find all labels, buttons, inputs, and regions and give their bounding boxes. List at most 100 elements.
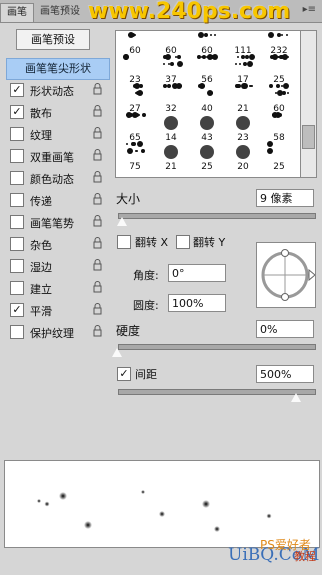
brush-option-row[interactable]: 杂色 [6, 234, 108, 254]
brush-grid-scroll-thumb[interactable] [302, 125, 315, 149]
lock-icon[interactable] [93, 127, 102, 139]
brush-tip-thumbnail-icon [128, 32, 136, 38]
lock-icon[interactable] [93, 149, 102, 161]
brush-option-row[interactable]: 颜色动态 [6, 168, 108, 188]
brush-presets-button[interactable]: 画笔预设 [16, 29, 90, 50]
hardness-slider-track[interactable] [118, 344, 316, 350]
option-checkbox[interactable] [10, 281, 24, 295]
option-label: 传递 [30, 195, 52, 208]
brush-tip-cell[interactable]: 25 [264, 141, 294, 172]
spacing-checkbox[interactable]: ✓ [117, 367, 131, 381]
angle-field[interactable]: 0° [168, 264, 226, 282]
brush-option-row[interactable]: 纹理 [6, 124, 108, 144]
roundness-label: 圆度: [133, 299, 159, 312]
size-field[interactable]: 9 像素 [256, 189, 314, 207]
angle-dial-icon[interactable] [257, 243, 316, 307]
brush-tip-cell[interactable]: 32 [156, 83, 186, 114]
angle-roundness-widget[interactable] [256, 242, 316, 308]
brush-tip-cell[interactable]: 25 [264, 54, 294, 85]
brush-tip-shape-item[interactable]: 画笔笔尖形状 [6, 58, 110, 80]
tab-brush-presets[interactable]: 画笔预设 [34, 3, 86, 21]
spacing-slider-track[interactable] [118, 389, 316, 395]
brush-tip-cell[interactable]: 23 [120, 54, 150, 85]
brush-option-row[interactable]: 建立 [6, 278, 108, 298]
lock-icon[interactable] [93, 303, 102, 315]
lock-icon[interactable] [93, 105, 102, 117]
brush-option-row[interactable]: ✓ 平滑 [6, 300, 108, 320]
flip-x-checkbox[interactable] [117, 235, 131, 249]
brush-option-row[interactable]: ✓ 形状动态 [6, 80, 108, 100]
brush-tip-cell[interactable]: 27 [120, 83, 150, 114]
lock-icon[interactable] [93, 281, 102, 293]
lock-icon[interactable] [93, 325, 102, 337]
brush-option-row[interactable]: 画笔笔势 [6, 212, 108, 232]
flip-y-checkbox[interactable] [176, 235, 190, 249]
option-checkbox[interactable] [10, 193, 24, 207]
brush-option-row[interactable]: 传递 [6, 190, 108, 210]
brush-tip-cell[interactable]: 37 [156, 54, 186, 85]
lock-icon[interactable] [93, 237, 102, 249]
footer-site-sub: 教程 [294, 550, 316, 563]
option-checkbox[interactable]: ✓ [10, 105, 24, 119]
brush-tip-cell[interactable]: 23 [228, 112, 258, 143]
brush-tip-cell[interactable]: 14 [156, 112, 186, 143]
brush-tip-cell[interactable]: 58 [264, 112, 294, 143]
spacing-field[interactable]: 500% [256, 365, 314, 383]
brush-tip-cell[interactable]: 232 [264, 31, 294, 56]
brush-tip-thumbnail-icon [133, 83, 143, 96]
brush-tip-grid[interactable]: 60 60 60 111 232 23 37 56 17 25 27 32 40 21 60 65 14 43 23… [115, 30, 301, 178]
brush-option-row[interactable]: 保护纹理 [6, 322, 108, 342]
tab-brush[interactable]: 画笔 [0, 3, 34, 22]
brush-tip-cell[interactable]: 65 [120, 112, 150, 143]
lock-icon[interactable] [93, 215, 102, 227]
brush-tip-cell[interactable]: 40 [192, 83, 222, 114]
option-checkbox[interactable] [10, 325, 24, 339]
lock-icon[interactable] [93, 259, 102, 271]
option-label: 形状动态 [30, 85, 74, 98]
brush-tip-cell[interactable]: 20 [228, 141, 258, 172]
brush-tip-thumbnail-icon [126, 112, 146, 118]
option-checkbox[interactable]: ✓ [10, 83, 24, 97]
brush-tip-thumbnail-icon [198, 83, 213, 96]
brush-tip-cell[interactable]: 60 [192, 31, 222, 56]
brush-tip-thumbnail-icon [164, 145, 178, 159]
brush-tip-thumbnail-icon [200, 145, 214, 159]
option-checkbox[interactable] [10, 149, 24, 163]
spacing-slider-knob[interactable] [291, 393, 301, 402]
brush-grid-scrollbar[interactable] [300, 30, 317, 178]
brush-tip-thumbnail-icon [267, 141, 273, 154]
brush-tip-cell[interactable]: 21 [156, 141, 186, 172]
option-checkbox[interactable] [10, 237, 24, 251]
roundness-field[interactable]: 100% [168, 294, 226, 312]
brush-tip-cell[interactable]: 60 [264, 83, 294, 114]
brush-tip-cell[interactable]: 17 [228, 54, 258, 85]
option-checkbox[interactable] [10, 171, 24, 185]
size-slider-track[interactable] [118, 213, 316, 219]
brush-size-label: 75 [129, 162, 141, 172]
lock-icon[interactable] [93, 83, 102, 95]
option-checkbox[interactable]: ✓ [10, 303, 24, 317]
hardness-slider-knob[interactable] [112, 348, 122, 357]
option-checkbox[interactable] [10, 215, 24, 229]
brush-tip-cell[interactable]: 21 [228, 83, 258, 114]
option-checkbox[interactable] [10, 127, 24, 141]
panel-menu-icon[interactable]: ▸≡ [303, 4, 316, 15]
brush-tip-cell[interactable]: 25 [192, 141, 222, 172]
brush-tip-cell[interactable]: 75 [120, 141, 150, 172]
size-slider-knob[interactable] [117, 217, 127, 226]
brush-option-row[interactable]: 双重画笔 [6, 146, 108, 166]
brush-tip-cell[interactable]: 56 [192, 54, 222, 85]
brush-tip-thumbnail-icon [197, 54, 218, 60]
brush-tip-thumbnail-icon [163, 83, 182, 89]
brush-option-row[interactable]: 湿边 [6, 256, 108, 276]
brush-option-row[interactable]: ✓ 散布 [6, 102, 108, 122]
brush-tip-cell[interactable]: 60 [156, 31, 186, 56]
option-checkbox[interactable] [10, 259, 24, 273]
brush-tip-cell[interactable]: 43 [192, 112, 222, 143]
lock-icon[interactable] [93, 171, 102, 183]
hardness-field[interactable]: 0% [256, 320, 314, 338]
brush-tip-cell[interactable]: 111 [228, 31, 258, 56]
lock-icon[interactable] [93, 193, 102, 205]
brush-tip-cell[interactable]: 60 [120, 31, 150, 56]
brush-tip-thumbnail-icon [164, 116, 178, 130]
